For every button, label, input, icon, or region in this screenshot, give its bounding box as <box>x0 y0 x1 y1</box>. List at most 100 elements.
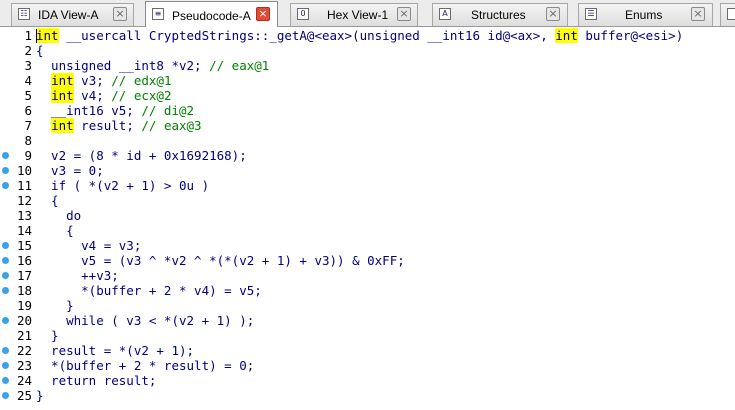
code-line[interactable]: 6 __int16 v5; // di@2 <box>0 103 735 118</box>
breakpoint-dot-icon[interactable] <box>2 272 9 279</box>
code-text[interactable]: int v4; // ecx@2 <box>36 88 172 103</box>
code-line[interactable]: 13 do <box>0 208 735 223</box>
code-text[interactable]: while ( v3 < *(v2 + 1) ); <box>36 313 254 328</box>
code-line[interactable]: 8 <box>0 133 735 148</box>
line-number: 2 <box>24 43 32 58</box>
code-text[interactable]: int result; // eax@3 <box>36 118 202 133</box>
breakpoint-dot-icon[interactable] <box>2 242 9 249</box>
code-comment: // di@2 <box>141 103 195 118</box>
structures-icon: A <box>439 8 451 20</box>
close-icon[interactable]: × <box>397 7 411 21</box>
code-line[interactable]: 7 int result; // eax@3 <box>0 118 735 133</box>
line-number: 16 <box>16 253 32 268</box>
tab-label: Pseudocode-A <box>172 9 251 23</box>
line-number: 17 <box>16 268 32 283</box>
code-text[interactable]: v4 = v3; <box>36 238 141 253</box>
code-line[interactable]: 2{ <box>0 43 735 58</box>
breakpoint-dot-icon[interactable] <box>2 317 9 324</box>
line-number: 10 <box>16 163 32 178</box>
breakpoint-dot-icon[interactable] <box>2 167 9 174</box>
line-number: 8 <box>24 133 32 148</box>
code-text[interactable]: ++v3; <box>36 268 119 283</box>
line-number: 13 <box>16 208 32 223</box>
code-text[interactable]: } <box>36 328 59 343</box>
tab-structures[interactable]: A Structures × <box>432 3 568 26</box>
line-number: 3 <box>24 58 32 73</box>
code-text[interactable]: v3 = 0; <box>36 163 104 178</box>
code-text[interactable]: { <box>36 193 59 208</box>
code-line[interactable]: 12 { <box>0 193 735 208</box>
code-line[interactable]: 5 int v4; // ecx@2 <box>0 88 735 103</box>
code-line[interactable]: 14 { <box>0 223 735 238</box>
breakpoint-dot-icon[interactable] <box>2 152 9 159</box>
line-number: 15 <box>16 238 32 253</box>
tab-hex-view-1[interactable]: 0 Hex View-1 × <box>290 3 418 26</box>
tab-pseudocode-a[interactable]: ≡ Pseudocode-A × <box>145 1 278 27</box>
close-icon[interactable]: × <box>546 7 560 21</box>
breakpoint-dot-icon[interactable] <box>2 362 9 369</box>
line-number: 21 <box>16 328 32 343</box>
code-line[interactable]: 9 v2 = (8 * id + 0x1692168); <box>0 148 735 163</box>
code-comment: // eax@3 <box>141 118 202 133</box>
code-line[interactable]: 11 if ( *(v2 + 1) > 0u ) <box>0 178 735 193</box>
code-line[interactable]: 21 } <box>0 328 735 343</box>
breakpoint-dot-icon[interactable] <box>2 257 9 264</box>
code-line[interactable]: 25} <box>0 388 735 403</box>
tab-overflow[interactable] <box>720 3 735 26</box>
breakpoint-dot-icon[interactable] <box>2 182 9 189</box>
code-text[interactable]: unsigned __int8 *v2; // eax@1 <box>36 58 269 73</box>
tab-label: Structures <box>471 8 526 22</box>
code-text[interactable]: int __usercall CryptedStrings::_getA@<ea… <box>36 28 683 43</box>
code-comment: // ecx@2 <box>111 88 172 103</box>
breakpoint-dot-icon[interactable] <box>2 377 9 384</box>
line-number: 23 <box>16 358 32 373</box>
code-line[interactable]: 10 v3 = 0; <box>0 163 735 178</box>
code-text[interactable]: *(buffer + 2 * v4) = v5; <box>36 283 262 298</box>
close-icon[interactable]: × <box>691 7 705 21</box>
code-line[interactable]: 19 } <box>0 298 735 313</box>
tab-label: Hex View-1 <box>327 8 389 22</box>
breakpoint-dot-icon[interactable] <box>2 347 9 354</box>
code-line[interactable]: 15 v4 = v3; <box>0 238 735 253</box>
line-number: 22 <box>16 343 32 358</box>
line-number: 1 <box>24 28 32 43</box>
code-line[interactable]: 4 int v3; // edx@1 <box>0 73 735 88</box>
code-text[interactable]: do <box>36 208 81 223</box>
close-icon[interactable]: × <box>113 7 127 21</box>
code-text[interactable]: { <box>36 223 74 238</box>
code-text[interactable]: if ( *(v2 + 1) > 0u ) <box>36 178 209 193</box>
pseudocode-editor[interactable]: 1 int __usercall CryptedStrings::_getA@<e… <box>0 27 735 410</box>
breakpoint-dot-icon[interactable] <box>2 392 9 399</box>
tab-bar: ☷ IDA View-A × ≡ Pseudocode-A × 0 Hex Vi… <box>0 0 735 27</box>
close-icon[interactable]: × <box>256 7 270 21</box>
pseudocode-icon: ≡ <box>152 8 164 20</box>
tab-enums[interactable]: ☰ Enums × <box>578 3 713 26</box>
code-line[interactable]: 20 while ( v3 < *(v2 + 1) ); <box>0 313 735 328</box>
line-number: 14 <box>16 223 32 238</box>
code-text[interactable]: } <box>36 298 74 313</box>
tab-ida-view-a[interactable]: ☷ IDA View-A × <box>11 3 134 26</box>
code-line[interactable]: 17 ++v3; <box>0 268 735 283</box>
enums-icon: ☰ <box>585 8 597 20</box>
code-text[interactable]: v5 = (v3 ^ *v2 ^ *(*(v2 + 1) + v3)) & 0x… <box>36 253 405 268</box>
code-text[interactable]: result = *(v2 + 1); <box>36 343 194 358</box>
code-line[interactable]: 1 int __usercall CryptedStrings::_getA@<e… <box>0 28 735 43</box>
code-text[interactable]: __int16 v5; // di@2 <box>36 103 194 118</box>
breakpoint-dot-icon[interactable] <box>2 287 9 294</box>
line-number: 20 <box>16 313 32 328</box>
line-number: 11 <box>16 178 32 193</box>
code-text[interactable]: *(buffer + 2 * result) = 0; <box>36 358 254 373</box>
code-line[interactable]: 16 v5 = (v3 ^ *v2 ^ *(*(v2 + 1) + v3)) &… <box>0 253 735 268</box>
code-text[interactable]: } <box>36 388 44 403</box>
code-text[interactable]: int v3; // edx@1 <box>36 73 172 88</box>
code-line[interactable]: 18 *(buffer + 2 * v4) = v5; <box>0 283 735 298</box>
code-text[interactable]: return result; <box>36 373 156 388</box>
code-line[interactable]: 23 *(buffer + 2 * result) = 0; <box>0 358 735 373</box>
code-comment: // edx@1 <box>111 73 172 88</box>
code-text[interactable]: v2 = (8 * id + 0x1692168); <box>36 148 247 163</box>
code-line[interactable]: 22 result = *(v2 + 1); <box>0 343 735 358</box>
code-line[interactable]: 3 unsigned __int8 *v2; // eax@1 <box>0 58 735 73</box>
code-text[interactable]: { <box>36 43 44 58</box>
code-line[interactable]: 24 return result; <box>0 373 735 388</box>
line-number: 5 <box>24 88 32 103</box>
